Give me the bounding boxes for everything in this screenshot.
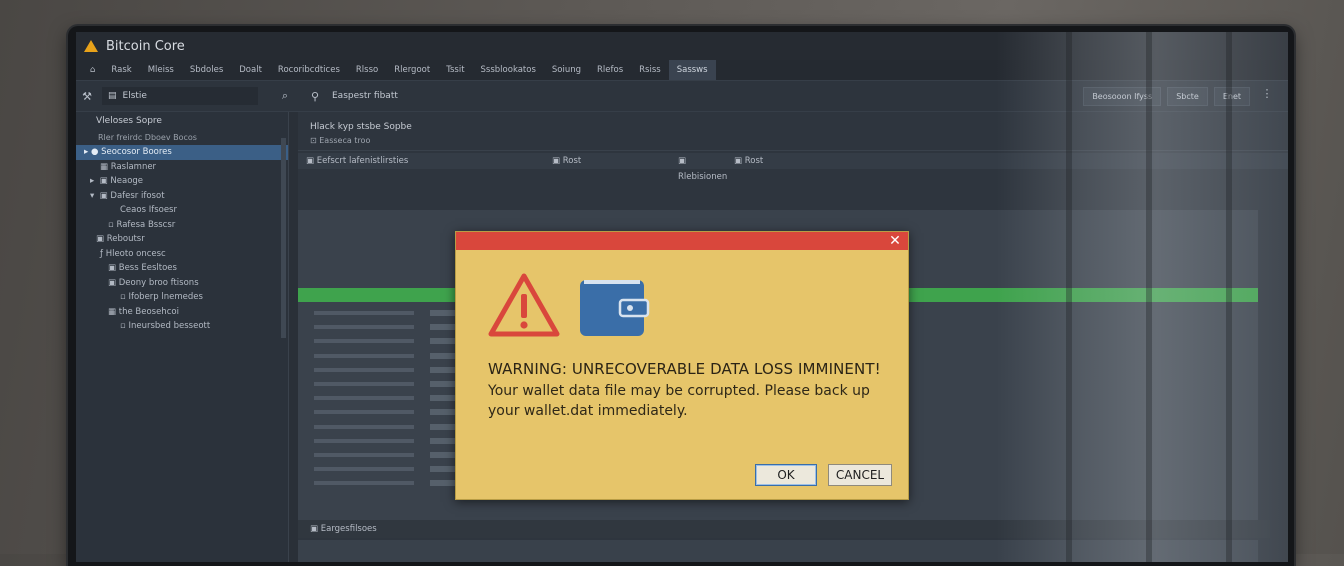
tab-label: Rost [562, 156, 582, 166]
warning-triangle-icon [488, 273, 560, 337]
sidebar-item-label: Ineursbed besseott [128, 321, 211, 331]
bottom-panel [298, 540, 1258, 562]
sidebar-item[interactable]: ▣ Bess Eesltoes [76, 261, 288, 276]
search-icon[interactable]: ⌕ [274, 89, 296, 103]
sidebar-item-label: Raslamner [110, 161, 157, 172]
sidebar-item[interactable]: ▸ ▣ Neaoge [76, 174, 288, 189]
sidebar-item-label: Rafesa Bsscsr [116, 219, 176, 230]
sidebar-item-label: Ifoberp lnemedes [128, 292, 203, 302]
table-row [298, 320, 480, 334]
sidebar: Vleloses Sopre Rler freirdc Dboev Bocos … [76, 112, 289, 562]
tab-label: Rlebisionen [678, 172, 728, 182]
close-icon[interactable]: ✕ [886, 232, 904, 250]
menu-item[interactable]: Rlefos [589, 60, 631, 80]
main-subrow-label: Easseca troo [319, 136, 371, 145]
table-row [298, 363, 480, 377]
sidebar-item[interactable]: ▫ Rafesa Bsscsr [76, 218, 288, 233]
menu-item[interactable]: Tssit [438, 60, 472, 80]
sidebar-item[interactable]: ▣ Reboutsr [76, 232, 288, 247]
dialog-message: Your wallet data file may be corrupted. … [488, 383, 870, 419]
main-heading: Hlack kyp stsbe Sopbe [310, 122, 412, 132]
menu-home-icon[interactable]: ⌂ [82, 60, 103, 80]
tab[interactable]: ▣ Rost [544, 153, 670, 169]
toolbar-label: Easpestr fibatt [332, 91, 398, 101]
dialog-header: ✕ [456, 232, 908, 250]
app-title: Bitcoin Core [106, 38, 185, 54]
sidebar-item[interactable]: ▦ the Beosehcoi [76, 305, 288, 320]
menu-bar: ⌂ Rask Mleiss Sbdoles Doalt Rocoribcdtic… [76, 60, 1288, 80]
menu-item[interactable]: Doalt [231, 60, 270, 80]
sidebar-title: Vleloses Sopre [96, 116, 162, 126]
menu-item[interactable]: Rlsso [348, 60, 386, 80]
table-row [298, 391, 480, 405]
sidebar-item[interactable]: ▫ Ineursbed besseott [76, 319, 288, 334]
table-row [298, 377, 480, 391]
table-row [298, 448, 480, 462]
search-value: Elstie [122, 91, 147, 101]
sidebar-item[interactable]: ƒ Hleoto oncesc [76, 247, 288, 262]
table-row [298, 476, 480, 490]
menu-item[interactable]: Rask [103, 60, 139, 80]
menu-item[interactable]: Mleiss [140, 60, 182, 80]
menu-item[interactable]: Soiung [544, 60, 589, 80]
sidebar-item[interactable]: ▣ Deony broo ftisons [76, 276, 288, 291]
tab-label: Rost [744, 156, 764, 166]
ok-button[interactable]: OK [755, 464, 817, 486]
search-input[interactable]: ▤ Elstie [102, 87, 258, 105]
warning-dialog: ✕ WARNING: UNRECOVERABLE DATA LOSS IMMIN… [455, 231, 909, 500]
title-bar: Bitcoin Core [76, 32, 1288, 60]
menu-item[interactable]: Rsiss [631, 60, 669, 80]
sidebar-item-label: Dafesr ifosot [110, 190, 165, 201]
tab-bar: ▣ Eefscrt lafenistlirsties ▣ Rost ▣ Rleb… [298, 153, 1288, 182]
dialog-heading: WARNING: UNRECOVERABLE DATA LOSS IMMINEN… [488, 360, 881, 378]
menu-item[interactable]: Rocoribcdtices [270, 60, 348, 80]
tab[interactable]: ▣ Rlebisionen [670, 153, 727, 182]
toolbar-button[interactable]: Sbcte [1167, 87, 1208, 106]
bottom-section-bar[interactable]: ▣ Eargesfilsoes [298, 520, 1270, 538]
menu-item[interactable]: Rlergoot [386, 60, 438, 80]
table-row [298, 334, 480, 348]
menu-item[interactable]: Sssblookatos [473, 60, 544, 80]
table-row [298, 306, 480, 320]
table-row [298, 349, 480, 363]
table-row [298, 420, 480, 434]
sidebar-item-selected[interactable]: ▸ ● Seocosor Boores [76, 145, 288, 160]
tab[interactable]: ▣ Rost [726, 153, 802, 169]
sidebar-item[interactable]: ▫ Ifoberp lnemedes [76, 290, 288, 305]
sidebar-item-label: Hleoto oncesc [105, 248, 166, 259]
more-icon[interactable]: ⋮ [1256, 87, 1278, 106]
sidebar-scrollbar[interactable] [281, 138, 286, 338]
tab[interactable]: ▣ Eefscrt lafenistlirsties [298, 153, 544, 169]
sidebar-item-label: Bess Eesltoes [118, 263, 177, 273]
sidebar-item-label: Deony broo ftisons [118, 277, 199, 288]
filter-icon: ▤ [108, 91, 117, 101]
menu-item-active[interactable]: Sassws [668, 60, 716, 80]
tools-icon[interactable]: ⚒ [76, 90, 98, 103]
warning-icon [84, 40, 98, 52]
sidebar-item-label: Reboutsr [106, 234, 145, 244]
cancel-button[interactable]: CANCEL [828, 464, 892, 486]
sidebar-item[interactable]: Ceaos Ifsoesr [76, 203, 288, 218]
toolbar-button[interactable]: Beosooon Ifyss [1083, 87, 1162, 106]
sidebar-item-label: the Beosehcoi [118, 306, 179, 317]
table-row [298, 462, 480, 476]
pin-icon[interactable]: ⚲ [304, 90, 326, 103]
menu-item[interactable]: Sbdoles [182, 60, 231, 80]
tab-label: Eefscrt lafenistlirsties [316, 156, 409, 166]
main-subrow: ⊡ Easseca troo [298, 136, 1288, 151]
sidebar-item[interactable]: ▦ Raslamner [76, 160, 288, 175]
sidebar-item[interactable]: ▾ ▣ Dafesr ifosot [76, 189, 288, 204]
sidebar-item-label: Ceaos Ifsoesr [120, 205, 177, 215]
toolbar-buttons: Beosooon Ifyss Sbcte Enet ⋮ [1083, 87, 1278, 106]
table-row [298, 434, 480, 448]
bottom-tab-label: Eargesfilsoes [320, 524, 377, 534]
sidebar-subtitle: Rler freirdc Dboev Bocos [98, 133, 197, 142]
toolbar: ⚒ ▤ Elstie ⌕ ⚲ Easpestr fibatt Beosooon … [76, 80, 1288, 112]
data-rows [298, 306, 480, 490]
sidebar-item-label: Seocosor Boores [101, 147, 172, 157]
toolbar-button[interactable]: Enet [1213, 87, 1250, 106]
wallet-icon [580, 280, 650, 336]
sidebar-item-label: Neaoge [110, 176, 144, 186]
table-row [298, 405, 480, 419]
